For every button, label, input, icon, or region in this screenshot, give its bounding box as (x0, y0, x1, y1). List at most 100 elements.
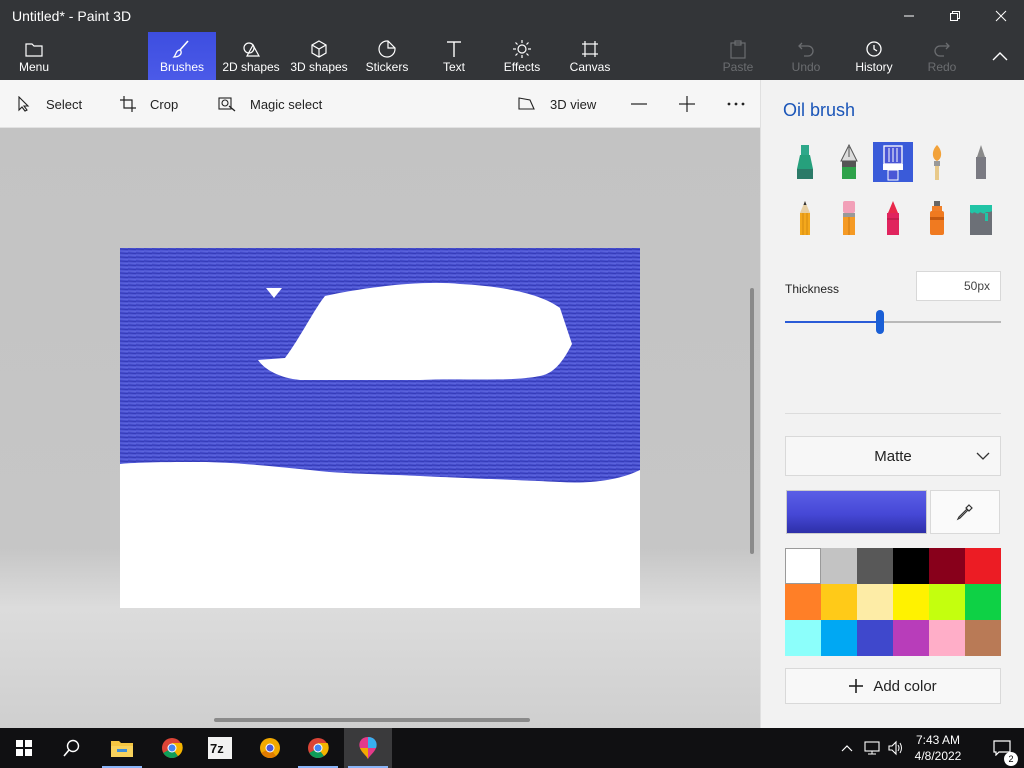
palette-color[interactable] (857, 620, 893, 656)
zoom-out-button[interactable] (630, 80, 648, 128)
finish-dropdown[interactable]: Matte (785, 436, 1001, 476)
pixel-pen-brush[interactable] (961, 142, 1001, 182)
start-button[interactable] (0, 728, 48, 768)
volume-tray-icon[interactable] (884, 728, 908, 768)
paint-strokes (120, 248, 640, 483)
tab-2d-shapes[interactable]: 2D shapes (220, 32, 282, 80)
palette-color[interactable] (821, 584, 857, 620)
chevron-down-icon (976, 452, 990, 460)
panel-divider (785, 413, 1001, 414)
palette-color[interactable] (785, 548, 821, 584)
crop-button[interactable]: Crop (120, 80, 178, 128)
calligraphy-pen-icon (840, 143, 858, 179)
paste-button[interactable]: Paste (716, 32, 760, 80)
close-button[interactable] (978, 0, 1024, 32)
pencil-brush[interactable] (785, 198, 825, 238)
svg-text:7z: 7z (210, 741, 224, 756)
palette-color[interactable] (785, 584, 821, 620)
eyedropper-button[interactable] (930, 490, 1000, 534)
oil-brush[interactable] (873, 142, 913, 182)
minimize-button[interactable] (886, 0, 932, 32)
watercolor-brush[interactable] (917, 142, 957, 182)
palette-color[interactable] (821, 620, 857, 656)
chrome-canary-icon (260, 738, 280, 759)
redo-button[interactable]: Redo (920, 32, 964, 80)
calligraphy-pen-brush[interactable] (829, 142, 869, 182)
text-icon (447, 41, 461, 57)
palette-color[interactable] (929, 548, 965, 584)
tab-brushes[interactable]: Brushes (148, 32, 216, 80)
network-tray-icon[interactable] (860, 728, 884, 768)
horizontal-scrollbar[interactable] (214, 718, 530, 722)
palette-color[interactable] (857, 584, 893, 620)
7zip-taskbar[interactable]: 7z (196, 728, 244, 768)
history-button[interactable]: History (850, 32, 898, 80)
palette-color[interactable] (929, 584, 965, 620)
tab-text[interactable]: Text (430, 32, 478, 80)
eraser-brush[interactable] (829, 198, 869, 238)
magic-select-button[interactable]: Magic select (218, 80, 322, 128)
thickness-label: Thickness (785, 282, 840, 296)
add-color-button[interactable]: Add color (785, 668, 1001, 704)
palette-color[interactable] (821, 548, 857, 584)
palette-color[interactable] (965, 584, 1001, 620)
minimize-icon (904, 15, 914, 17)
notification-count: 2 (1004, 752, 1018, 766)
tab-3d-shapes[interactable]: 3D shapes (288, 32, 350, 80)
chrome-icon (162, 738, 183, 759)
close-icon (995, 10, 1007, 22)
sticker-icon (378, 40, 396, 58)
spray-can-brush[interactable] (917, 198, 957, 238)
crayon-brush[interactable] (873, 198, 913, 238)
file-explorer-taskbar[interactable] (98, 728, 146, 768)
thickness-input[interactable]: 50px (916, 271, 1001, 301)
more-options-button[interactable] (726, 80, 746, 128)
undo-button[interactable]: Undo (784, 32, 828, 80)
chrome-canary-taskbar[interactable] (246, 728, 294, 768)
toolbar: Select Crop Magic select 3D view (0, 80, 760, 128)
palette-color[interactable] (965, 620, 1001, 656)
windows-icon (16, 740, 32, 756)
panel-title: Oil brush (783, 100, 856, 120)
system-clock[interactable]: 7:43 AM 4/8/2022 (912, 732, 964, 764)
taskbar: 7z 7:43 AM 4/8/2022 2 (0, 728, 1024, 768)
thickness-slider[interactable] (785, 310, 1001, 334)
paint-3d-taskbar[interactable] (344, 728, 392, 768)
restore-button[interactable] (932, 0, 978, 32)
magic-select-icon (218, 97, 236, 112)
fill-bucket-brush[interactable] (961, 198, 1001, 238)
drawing-canvas[interactable] (120, 248, 640, 608)
paint-3d-icon (359, 737, 377, 759)
current-color-swatch[interactable] (786, 490, 927, 534)
notification-center-button[interactable]: 2 (980, 728, 1024, 768)
tab-stickers[interactable]: Stickers (360, 32, 414, 80)
marker-brush[interactable] (785, 142, 825, 182)
palette-color[interactable] (965, 548, 1001, 584)
palette-color[interactable] (857, 548, 893, 584)
menu-button[interactable]: Menu (6, 32, 62, 80)
show-hidden-icons-button[interactable] (836, 728, 858, 768)
tab-effects[interactable]: Effects (498, 32, 546, 80)
search-button[interactable] (48, 728, 96, 768)
palette-color[interactable] (929, 620, 965, 656)
brush-icon (172, 40, 189, 58)
3d-view-button[interactable]: 3D view (518, 80, 596, 128)
select-button[interactable]: Select (16, 80, 82, 128)
palette-color[interactable] (785, 620, 821, 656)
palette-color[interactable] (893, 584, 929, 620)
7zip-icon: 7z (208, 737, 232, 759)
collapse-ribbon-button[interactable] (980, 32, 1020, 80)
palette-color[interactable] (893, 548, 929, 584)
slider-thumb[interactable] (876, 310, 885, 334)
canvas-icon (582, 41, 598, 57)
chrome-taskbar[interactable] (148, 728, 196, 768)
undo-icon (798, 42, 814, 57)
slider-fill (785, 321, 881, 323)
finish-value: Matte (874, 447, 912, 465)
vertical-scrollbar[interactable] (750, 288, 754, 554)
palette-color[interactable] (893, 620, 929, 656)
chrome-profile-taskbar[interactable] (294, 728, 342, 768)
tab-canvas[interactable]: Canvas (566, 32, 614, 80)
zoom-in-button[interactable] (678, 80, 696, 128)
folder-icon (25, 43, 43, 57)
